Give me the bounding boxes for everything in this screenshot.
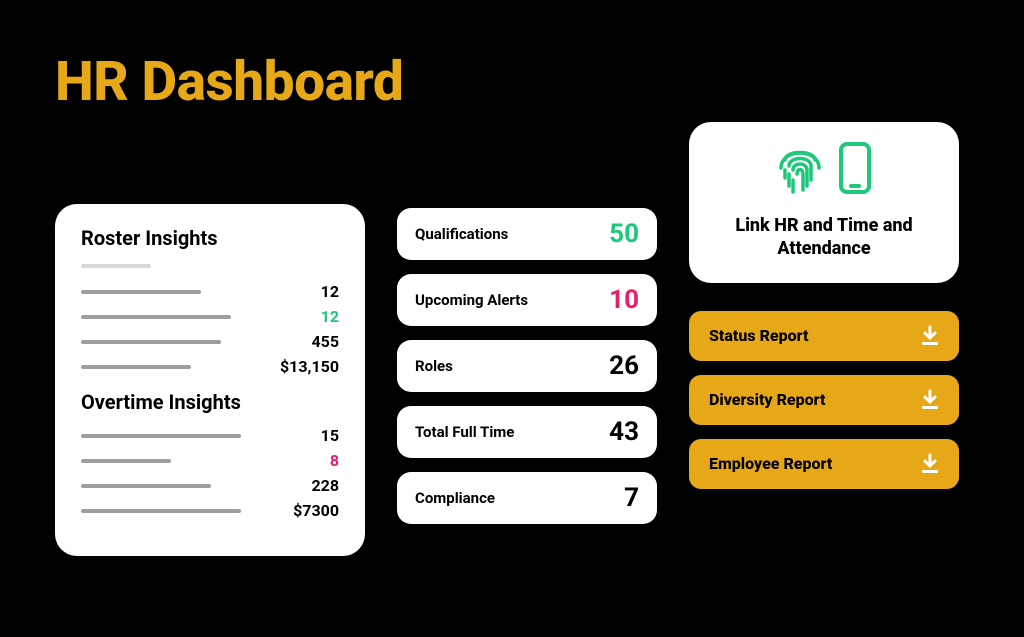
- download-icon: [917, 451, 943, 477]
- roster-heading: Roster Insights: [81, 226, 339, 250]
- stat-compliance[interactable]: Compliance 7: [397, 472, 657, 524]
- link-card-title: Link HR and Time and Attendance: [713, 214, 935, 261]
- download-icon: [917, 323, 943, 349]
- roster-row: 12: [81, 282, 339, 301]
- placeholder-line: [81, 340, 221, 344]
- placeholder-line: [81, 459, 171, 463]
- roster-value: 12: [249, 307, 339, 326]
- overtime-row: 8: [81, 451, 339, 470]
- stat-value: 26: [609, 351, 639, 381]
- stat-label: Total Full Time: [415, 423, 514, 441]
- download-icon: [917, 387, 943, 413]
- roster-value: 455: [239, 332, 339, 351]
- stat-value: 7: [624, 483, 639, 513]
- diversity-report-button[interactable]: Diversity Report: [689, 375, 959, 425]
- employee-report-button[interactable]: Employee Report: [689, 439, 959, 489]
- overtime-value: 228: [229, 476, 339, 495]
- fingerprint-icon: [775, 140, 825, 200]
- placeholder-line: [81, 365, 191, 369]
- overtime-row: $7300: [81, 501, 339, 520]
- roster-insights: Roster Insights 12 12 455 $13,150: [81, 226, 339, 376]
- overtime-row: 228: [81, 476, 339, 495]
- stat-value: 10: [609, 285, 639, 315]
- stat-roles[interactable]: Roles 26: [397, 340, 657, 392]
- overtime-heading: Overtime Insights: [81, 390, 339, 414]
- roster-value: 12: [219, 282, 339, 301]
- placeholder-line: [81, 290, 201, 294]
- overtime-value: $7300: [259, 501, 339, 520]
- stats-column: Qualifications 50 Upcoming Alerts 10 Rol…: [397, 208, 657, 524]
- stat-label: Compliance: [415, 489, 495, 507]
- stat-qualifications[interactable]: Qualifications 50: [397, 208, 657, 260]
- report-label: Employee Report: [709, 454, 832, 473]
- roster-row: 12: [81, 307, 339, 326]
- stat-label: Upcoming Alerts: [415, 291, 528, 309]
- stat-label: Roles: [415, 357, 453, 375]
- report-label: Diversity Report: [709, 390, 825, 409]
- roster-row: $13,150: [81, 357, 339, 376]
- stat-value: 43: [609, 417, 639, 447]
- insights-card: Roster Insights 12 12 455 $13,150: [55, 204, 365, 556]
- stat-total-full-time[interactable]: Total Full Time 43: [397, 406, 657, 458]
- overtime-insights: Overtime Insights 15 8 228 $7300: [81, 390, 339, 520]
- overtime-row: 15: [81, 426, 339, 445]
- page-title: HR Dashboard: [55, 50, 969, 114]
- phone-icon: [837, 140, 873, 200]
- link-hr-attendance-card[interactable]: Link HR and Time and Attendance: [689, 122, 959, 283]
- placeholder-line: [81, 434, 241, 438]
- overtime-value: 8: [189, 451, 339, 470]
- stat-value: 50: [609, 219, 639, 249]
- report-label: Status Report: [709, 326, 808, 345]
- placeholder-line: [81, 315, 231, 319]
- stat-upcoming-alerts[interactable]: Upcoming Alerts 10: [397, 274, 657, 326]
- placeholder-line: [81, 509, 241, 513]
- status-report-button[interactable]: Status Report: [689, 311, 959, 361]
- roster-row: 455: [81, 332, 339, 351]
- overtime-value: 15: [259, 426, 339, 445]
- placeholder-line: [81, 484, 211, 488]
- placeholder-line: [81, 264, 151, 268]
- stat-label: Qualifications: [415, 225, 508, 243]
- roster-value: $13,150: [209, 357, 339, 376]
